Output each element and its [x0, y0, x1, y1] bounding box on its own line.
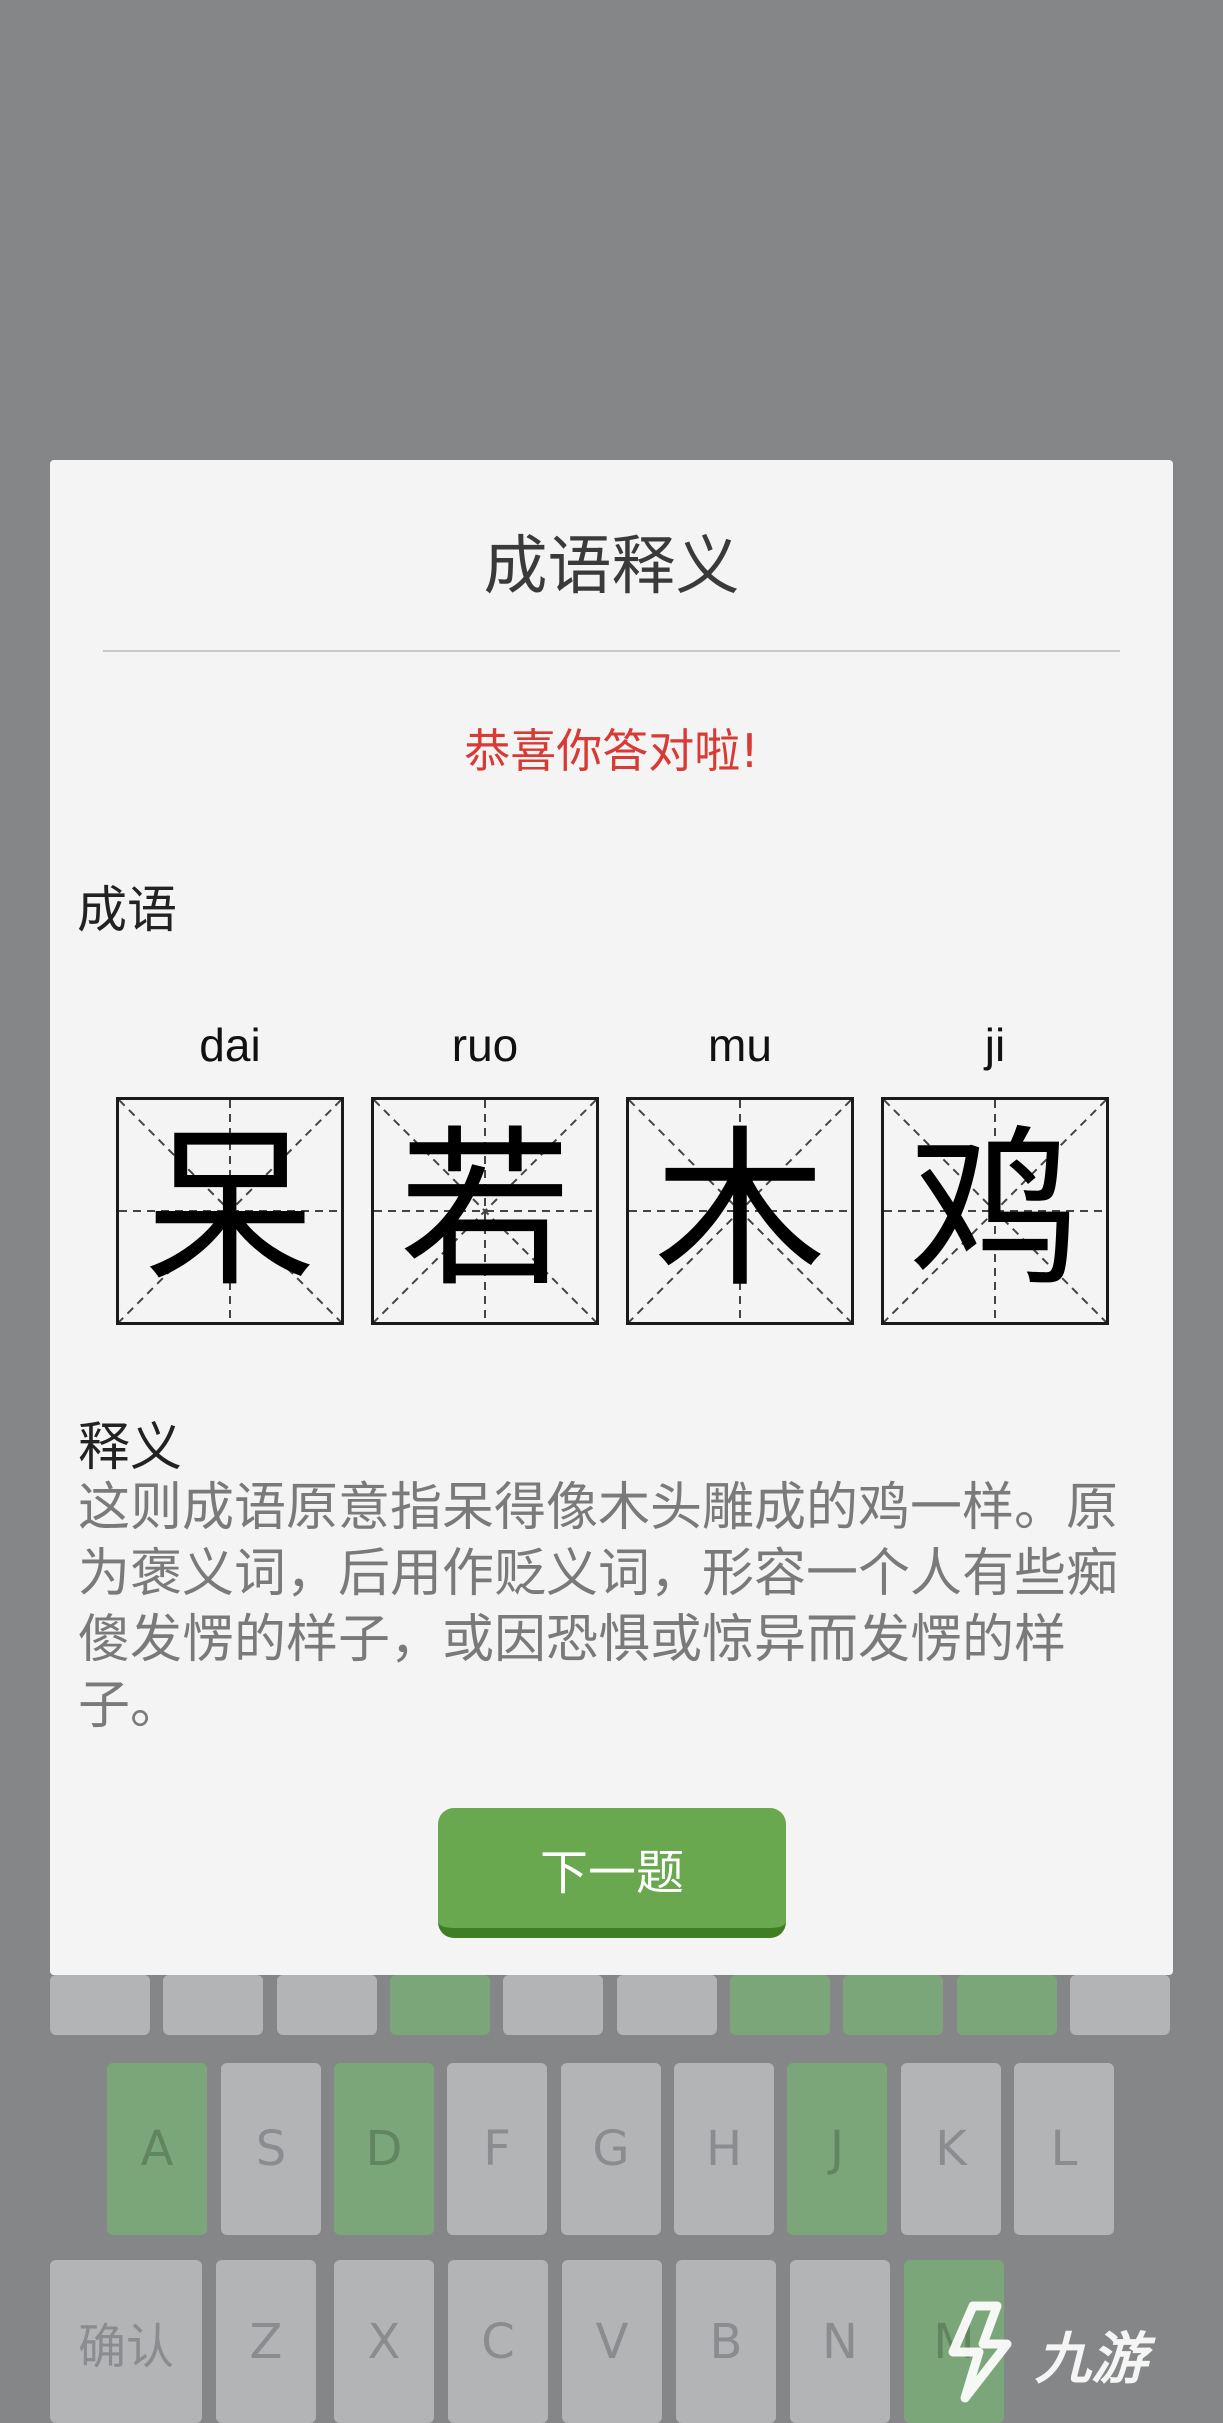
- key-blank: [730, 1975, 830, 2035]
- idiom-char-4: ji 鸡: [881, 1005, 1109, 1325]
- tianzige-cell: 鸡: [881, 1097, 1109, 1325]
- key-d: D: [334, 2063, 434, 2235]
- definition-text: 这则成语原意指呆得像木头雕成的鸡一样。原为褒义词，后用作贬义词，形容一个人有些痴…: [78, 1478, 1119, 1736]
- idiom-character: 呆: [144, 1110, 316, 1311]
- key-k: K: [901, 2063, 1001, 2235]
- key-c: C: [448, 2260, 548, 2423]
- logo-icon: [948, 2301, 1012, 2403]
- key-blank: [277, 1975, 377, 2035]
- next-question-button[interactable]: 下一题: [438, 1808, 786, 1938]
- definition-label: 释义: [78, 1418, 183, 1478]
- key-blank: [50, 1975, 150, 2035]
- pinyin-3: mu: [708, 1019, 772, 1071]
- pinyin-2: ruo: [451, 1019, 519, 1071]
- key-b: B: [676, 2260, 776, 2423]
- tianzige-cell: 呆: [116, 1097, 344, 1325]
- idiom-explanation-dialog: 成语释义 恭喜你答对啦! 成语 dai 呆 ruo 若 mu 木 ji 鸡 释义…: [50, 460, 1173, 1975]
- tianzige-cell: 若: [371, 1097, 599, 1325]
- watermark-text: 九游: [1035, 2327, 1147, 2392]
- key-j: J: [787, 2063, 887, 2235]
- key-g: G: [561, 2063, 661, 2235]
- key-f: F: [447, 2063, 547, 2235]
- key-blank: [503, 1975, 603, 2035]
- success-message: 恭喜你答对啦!: [464, 724, 759, 778]
- key-blank: [390, 1975, 490, 2035]
- key-l: L: [1014, 2063, 1114, 2235]
- idiom-char-3: mu 木: [626, 1005, 854, 1325]
- dialog-title: 成语释义: [483, 530, 740, 604]
- key-confirm: 确认: [50, 2260, 202, 2423]
- tianzige-cell: 木: [626, 1097, 854, 1325]
- key-v: V: [562, 2260, 662, 2423]
- idiom-character: 木: [654, 1110, 826, 1311]
- title-divider: [103, 650, 1120, 652]
- key-blank: [617, 1975, 717, 2035]
- key-blank: [163, 1975, 263, 2035]
- idiom-character: 若: [399, 1110, 571, 1311]
- idiom-char-1: dai 呆: [116, 1005, 344, 1325]
- key-blank: [957, 1975, 1057, 2035]
- watermark-logo: 九游: [935, 2300, 1195, 2405]
- pinyin-4: ji: [984, 1019, 1006, 1071]
- key-a: A: [107, 2063, 207, 2235]
- pinyin-1: dai: [199, 1019, 261, 1071]
- idiom-character: 鸡: [909, 1110, 1081, 1311]
- key-blank: [843, 1975, 943, 2035]
- key-s: S: [221, 2063, 321, 2235]
- key-n: N: [790, 2260, 890, 2423]
- key-h: H: [674, 2063, 774, 2235]
- key-blank: [1070, 1975, 1170, 2035]
- idiom-char-2: ruo 若: [371, 1005, 599, 1325]
- key-z: Z: [216, 2260, 316, 2423]
- key-x: X: [334, 2260, 434, 2423]
- idiom-label: 成语: [77, 881, 177, 939]
